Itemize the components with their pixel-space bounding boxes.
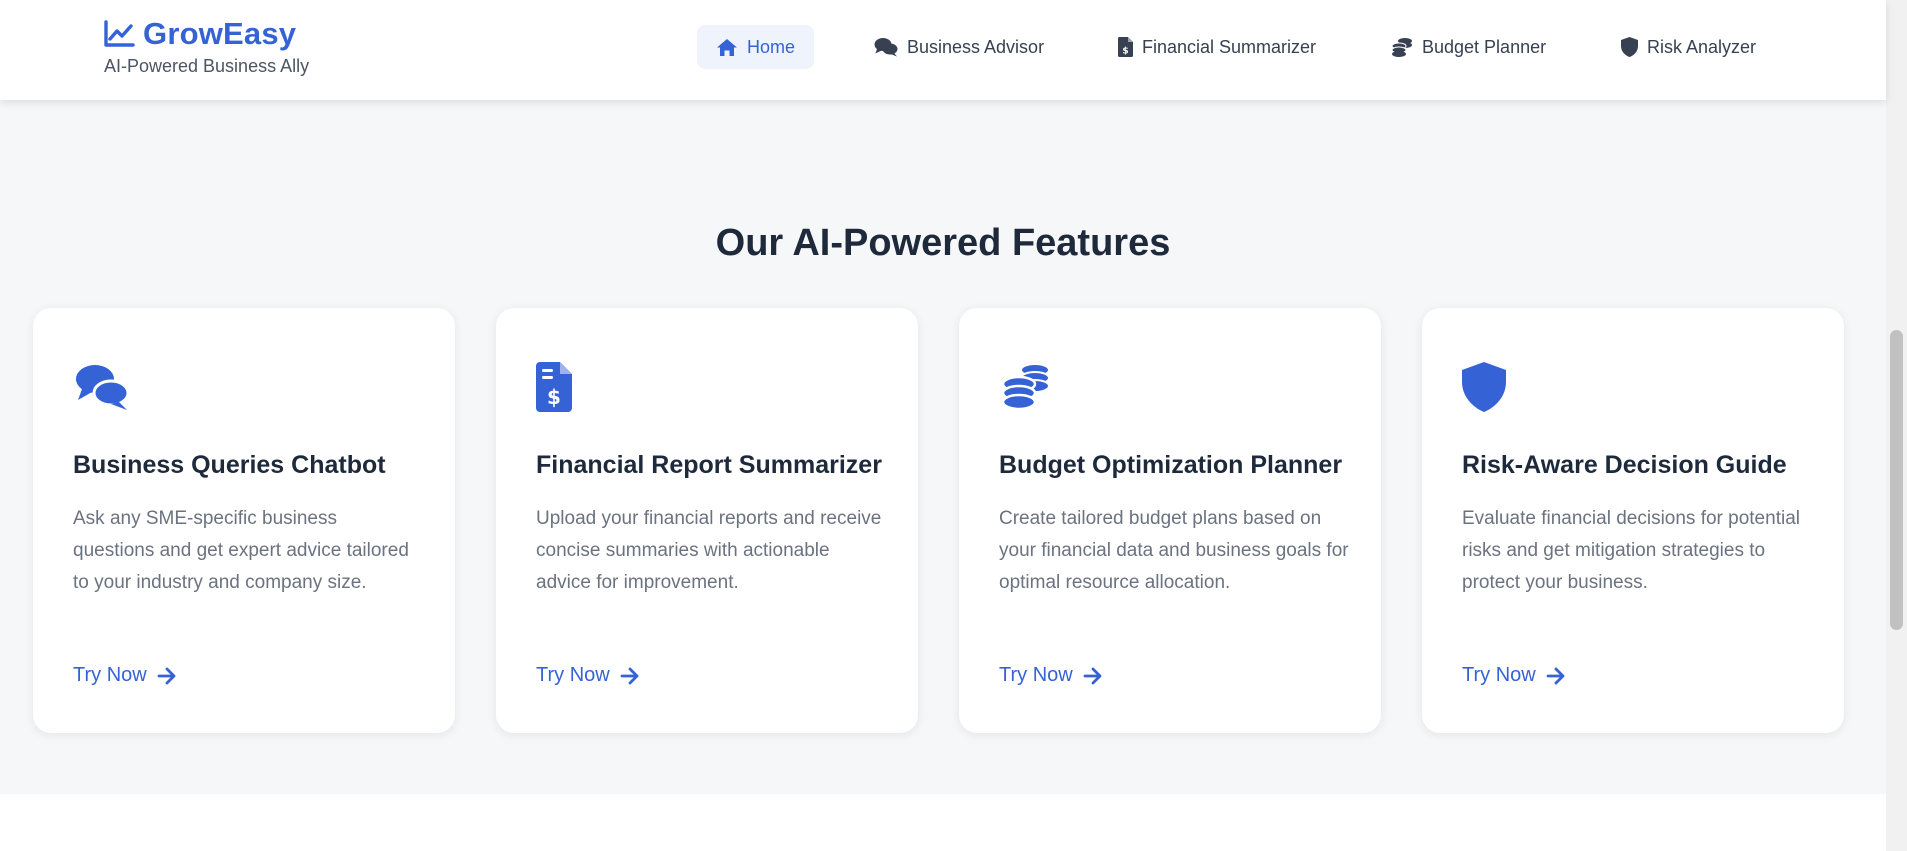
try-now-link[interactable]: Try Now — [1462, 664, 1566, 687]
comments-icon — [76, 365, 130, 410]
next-section — [0, 794, 1886, 851]
feature-card-budget-planner: Budget Optimization Planner Create tailo… — [959, 308, 1381, 733]
try-now-label: Try Now — [536, 664, 610, 686]
nav-item-label: Home — [747, 36, 796, 57]
nav-item-financial-summarizer[interactable]: $ Financial Summarizer — [1099, 25, 1335, 69]
file-invoice-dollar-icon: $ — [1118, 37, 1133, 57]
arrow-right-icon — [157, 667, 176, 684]
svg-text:$: $ — [1122, 47, 1128, 57]
card-title: Risk-Aware Decision Guide — [1462, 451, 1787, 479]
card-description: Create tailored budget plans based on yo… — [999, 508, 1349, 593]
coins-icon — [1001, 363, 1050, 411]
card-title: Budget Optimization Planner — [999, 451, 1343, 479]
scrollbar-thumb[interactable] — [1890, 330, 1903, 630]
section-title: Our AI-Powered Features — [715, 222, 1171, 264]
nav-item-label: Risk Analyzer — [1647, 36, 1757, 57]
file-invoice-dollar-icon: $ — [536, 362, 572, 412]
nav-item-budget-planner[interactable]: Budget Planner — [1372, 25, 1565, 69]
card-description: Ask any SME-specific business questions … — [73, 508, 409, 593]
nav-item-label: Budget Planner — [1422, 36, 1547, 57]
arrow-right-icon — [620, 667, 639, 684]
feature-card-financial-summarizer: $ Financial Report Summarizer Upload you… — [496, 308, 918, 733]
page-scrollbar[interactable] — [1886, 0, 1907, 851]
try-now-link[interactable]: Try Now — [999, 664, 1103, 687]
feature-card-chatbot: Business Queries Chatbot Ask any SME-spe… — [33, 308, 455, 733]
nav-item-home[interactable]: Home — [697, 25, 815, 69]
nav-item-label: Business Advisor — [907, 36, 1045, 57]
card-description: Evaluate financial decisions for potenti… — [1462, 508, 1800, 593]
try-now-label: Try Now — [73, 664, 147, 686]
card-description: Upload your financial reports and receiv… — [536, 508, 882, 593]
arrow-right-icon — [1083, 667, 1102, 684]
main-nav: Home Business Advisor $ Financial Summar… — [0, 25, 1886, 71]
feature-card-risk-analyzer: Risk-Aware Decision Guide Evaluate finan… — [1422, 308, 1844, 733]
comments-icon — [874, 38, 898, 57]
card-title: Financial Report Summarizer — [536, 451, 882, 479]
svg-text:$: $ — [547, 385, 561, 409]
arrow-right-icon — [1546, 667, 1565, 684]
page: GrowEasy AI-Powered Business Ally Home B… — [0, 0, 1886, 851]
nav-item-business-advisor[interactable]: Business Advisor — [855, 25, 1063, 69]
top-navbar: GrowEasy AI-Powered Business Ally Home B… — [0, 0, 1886, 100]
try-now-label: Try Now — [999, 664, 1073, 686]
card-title: Business Queries Chatbot — [73, 451, 386, 479]
features-section: Our AI-Powered Features Business Queries… — [0, 100, 1886, 794]
nav-item-label: Financial Summarizer — [1142, 36, 1317, 57]
nav-item-risk-analyzer[interactable]: Risk Analyzer — [1602, 25, 1775, 69]
home-icon — [717, 38, 737, 56]
shield-icon — [1462, 362, 1506, 412]
try-now-link[interactable]: Try Now — [536, 664, 640, 687]
try-now-label: Try Now — [1462, 664, 1536, 686]
coins-icon — [1391, 38, 1412, 57]
shield-icon — [1621, 37, 1638, 57]
try-now-link[interactable]: Try Now — [73, 664, 177, 687]
